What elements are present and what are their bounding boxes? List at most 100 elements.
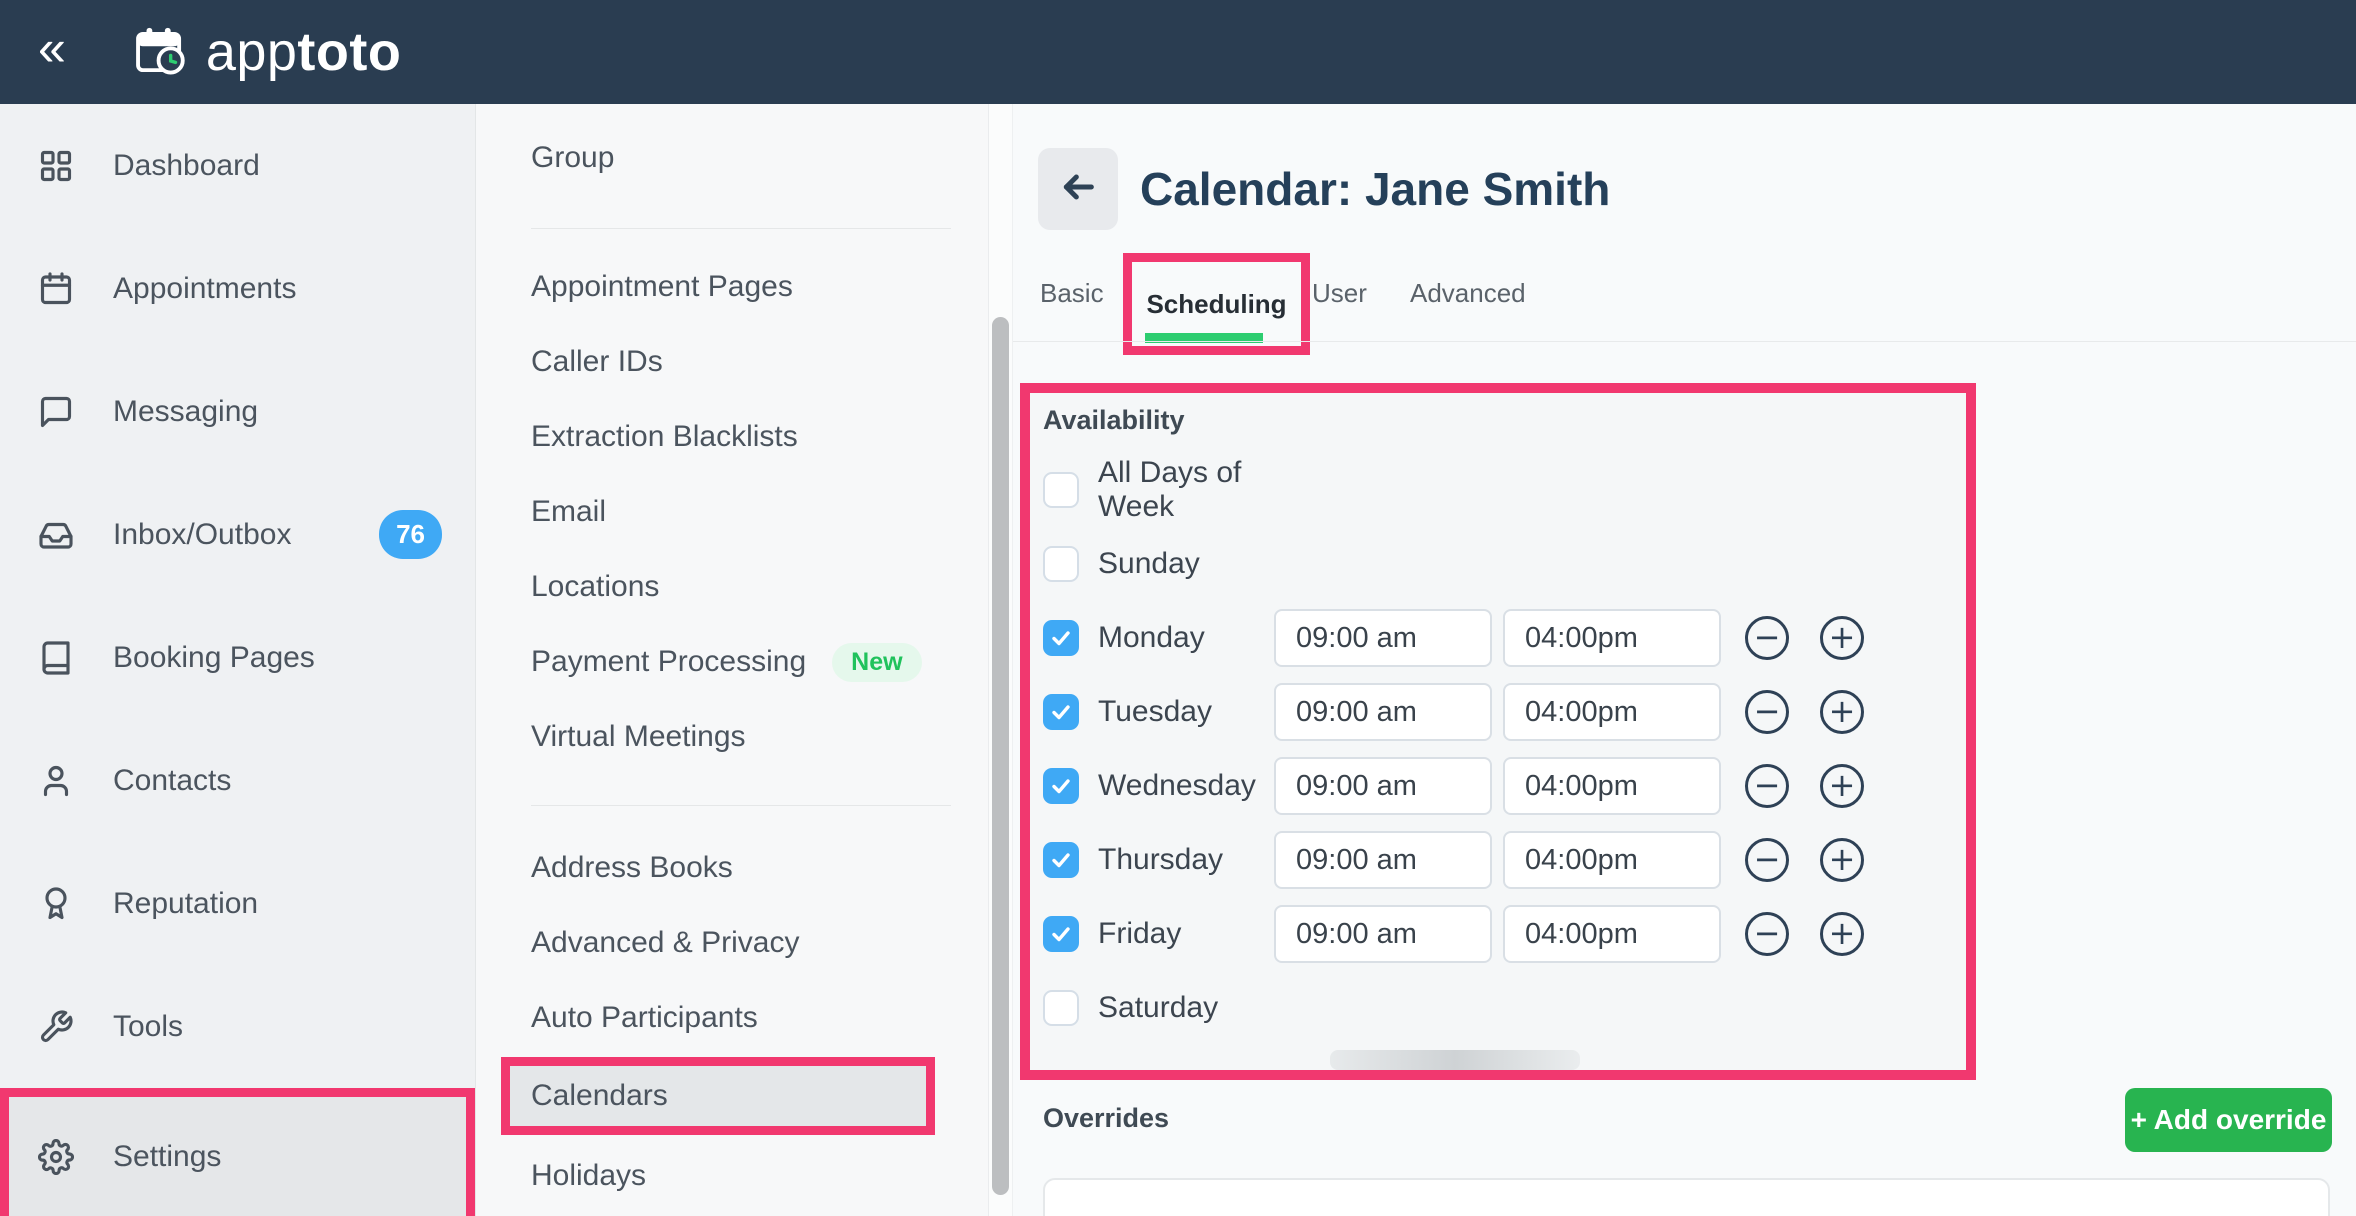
overrides-panel [1043,1178,2330,1216]
checkbox-thursday[interactable] [1043,842,1079,878]
checkbox-sunday[interactable] [1043,546,1079,582]
topbar: « apptoto [0,0,2356,104]
sidebar-item-label: Contacts [113,764,231,798]
sidebar-item-reputation[interactable]: Reputation [0,842,475,965]
availability-row-friday: Friday − + [1030,897,1966,971]
message-bubble-icon [38,394,74,430]
start-time-input-friday[interactable] [1274,905,1492,963]
day-label: Wednesday [1098,769,1274,803]
day-label: Friday [1098,917,1274,951]
calendar-icon [38,271,74,307]
settings-nav-auto-participants[interactable]: Auto Participants [531,986,958,1050]
day-label: Saturday [1098,991,1274,1025]
checkbox-all-days[interactable] [1043,472,1079,508]
calendar-settings-panel: Calendar: Jane Smith Basic Scheduling Us… [1013,104,2356,1216]
start-time-input-wednesday[interactable] [1274,757,1492,815]
settings-nav-virtual-meetings[interactable]: Virtual Meetings [531,705,958,769]
sidebar-item-label: Settings [113,1140,221,1174]
inbox-tray-icon [38,517,74,553]
remove-time-range-button[interactable]: − [1745,912,1789,956]
add-time-range-button[interactable]: + [1820,690,1864,734]
start-time-input-monday[interactable] [1274,609,1492,667]
settings-nav-calendars[interactable]: Calendars [510,1066,926,1126]
day-label: All Days of Week [1098,456,1274,524]
arrow-left-icon [1058,167,1098,212]
scrollbar-thumb[interactable] [992,317,1009,1195]
add-time-range-button[interactable]: + [1820,912,1864,956]
dashboard-grid-icon [38,148,74,184]
checkbox-wednesday[interactable] [1043,768,1079,804]
sidebar-item-dashboard[interactable]: Dashboard [0,104,475,227]
divider [1013,341,2356,342]
settings-nav-advanced-privacy[interactable]: Advanced & Privacy [531,911,958,975]
add-time-range-button[interactable]: + [1820,764,1864,808]
sidebar-item-label: Dashboard [113,149,260,183]
remove-time-range-button[interactable]: − [1745,616,1789,660]
overrides-heading: Overrides [1043,1103,1169,1134]
availability-heading: Availability [1043,405,1966,436]
end-time-input-thursday[interactable] [1503,831,1721,889]
sidebar-item-label: Reputation [113,887,258,921]
day-label: Sunday [1098,547,1274,581]
settings-nav-locations[interactable]: Locations [531,555,958,619]
settings-nav-extraction-blacklists[interactable]: Extraction Blacklists [531,405,958,469]
person-icon [38,763,74,799]
sidebar-item-label: Messaging [113,395,258,429]
settings-nav-caller-ids[interactable]: Caller IDs [531,330,958,394]
sidebar-item-settings[interactable]: Settings [9,1097,466,1216]
end-time-input-wednesday[interactable] [1503,757,1721,815]
end-time-input-tuesday[interactable] [1503,683,1721,741]
remove-time-range-button[interactable]: − [1745,690,1789,734]
tab-advanced[interactable]: Advanced [1410,278,1526,309]
day-label: Monday [1098,621,1274,655]
end-time-input-monday[interactable] [1503,609,1721,667]
end-time-input-friday[interactable] [1503,905,1721,963]
sidebar-item-messaging[interactable]: Messaging [0,350,475,473]
remove-time-range-button[interactable]: − [1745,764,1789,808]
add-time-range-button[interactable]: + [1820,616,1864,660]
apptoto-calendar-clock-icon [132,23,190,81]
back-button[interactable] [1038,148,1118,230]
checkbox-tuesday[interactable] [1043,694,1079,730]
tab-basic[interactable]: Basic [1040,278,1104,309]
availability-row-wednesday: Wednesday − + [1030,749,1966,823]
settings-nav-holidays[interactable]: Holidays [531,1144,958,1208]
settings-nav-email[interactable]: Email [531,480,958,544]
settings-nav-label: Payment Processing [531,630,806,694]
settings-nav-payment-processing[interactable]: Payment Processing New [531,630,958,694]
sidebar-item-appointments[interactable]: Appointments [0,227,475,350]
start-time-input-thursday[interactable] [1274,831,1492,889]
availability-row-all-days: All Days of Week [1030,453,1966,527]
brand-name: apptoto [206,21,402,83]
settings-nav-group[interactable]: Group [531,128,958,188]
book-icon [38,640,74,676]
checkbox-saturday[interactable] [1043,990,1079,1026]
sidebar-item-label: Appointments [113,272,296,306]
sidebar-item-booking-pages[interactable]: Booking Pages [0,596,475,719]
checkbox-monday[interactable] [1043,620,1079,656]
availability-row-tuesday: Tuesday − + [1030,675,1966,749]
day-label: Thursday [1098,843,1274,877]
new-badge: New [832,643,921,682]
tab-user[interactable]: User [1312,278,1367,309]
settings-nav-appointment-pages[interactable]: Appointment Pages [531,255,958,319]
gear-icon [38,1139,74,1175]
tab-scheduling[interactable]: Scheduling [1146,289,1286,320]
sidebar-item-contacts[interactable]: Contacts [0,719,475,842]
award-ribbon-icon [38,886,74,922]
settings-nav-address-books[interactable]: Address Books [531,836,958,900]
add-time-range-button[interactable]: + [1820,838,1864,882]
add-override-button[interactable]: + Add override [2125,1088,2332,1152]
settings-annotation-highlight: Settings [0,1088,475,1216]
sidebar-item-label: Inbox/Outbox [113,518,291,552]
availability-section: Availability All Days of Week Sunday Mon… [1020,383,1976,1080]
sidebar-item-inbox-outbox[interactable]: Inbox/Outbox 76 [0,473,475,596]
remove-time-range-button[interactable]: − [1745,838,1789,882]
availability-row-saturday: Saturday [1030,971,1966,1045]
collapse-sidebar-icon[interactable]: « [38,23,66,81]
checkbox-friday[interactable] [1043,916,1079,952]
screenshot-artifact [1330,1050,1580,1070]
inbox-count-badge: 76 [379,510,442,559]
start-time-input-tuesday[interactable] [1274,683,1492,741]
sidebar-item-tools[interactable]: Tools [0,965,475,1088]
